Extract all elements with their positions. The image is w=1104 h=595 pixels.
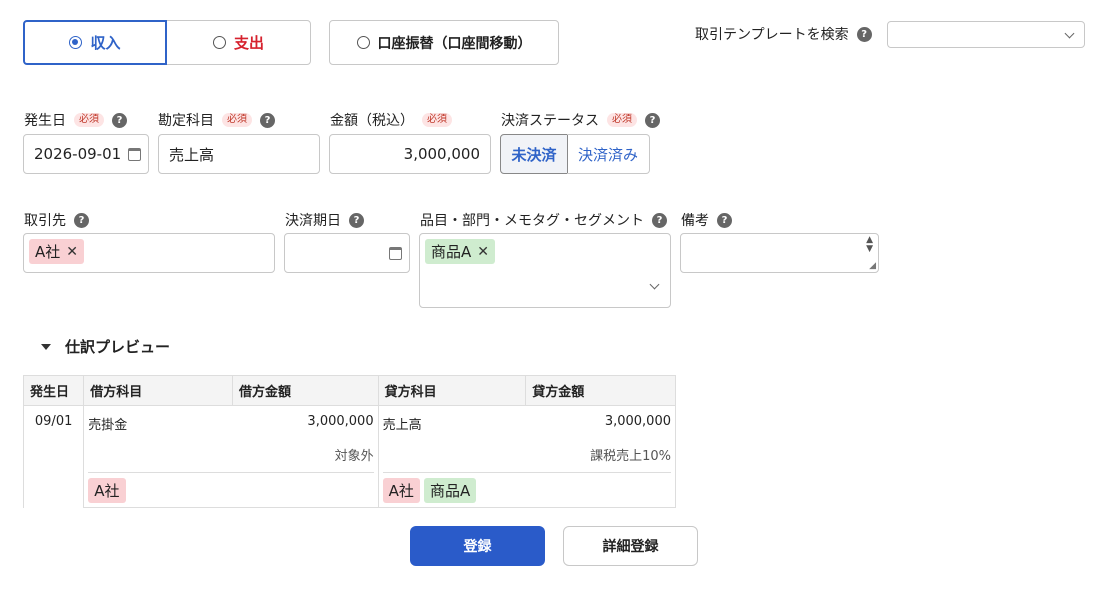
help-icon[interactable]: ? <box>260 112 275 128</box>
preview-title: 仕訳プレビュー <box>65 338 171 356</box>
help-icon[interactable]: ? <box>856 26 872 42</box>
status-settled-button[interactable]: 決済済み <box>567 134 650 174</box>
preview-toggle[interactable]: 仕訳プレビュー <box>41 336 170 357</box>
issue-date-label-group: 発生日 必須 ? <box>24 110 127 130</box>
chevron-down-icon <box>649 279 660 290</box>
radio-unselected-icon <box>356 36 370 49</box>
header-date: 発生日 <box>22 375 85 406</box>
template-search-select[interactable] <box>887 21 1085 48</box>
close-icon[interactable]: ✕ <box>66 244 78 260</box>
remarks-label: 備考 <box>681 213 709 229</box>
chevron-down-icon <box>1064 28 1075 39</box>
header-credit-amount: 貸方金額 <box>525 375 676 406</box>
help-icon[interactable]: ? <box>112 112 127 128</box>
expense-label: 支出 <box>233 34 264 52</box>
help-icon[interactable]: ? <box>349 212 364 228</box>
partner-label-group: 取引先 ? <box>24 210 89 230</box>
account-input[interactable]: 売上高 <box>158 134 320 174</box>
status-label-group: 決済ステータス 必須 ? <box>501 110 660 130</box>
remarks-label-group: 備考 ? <box>681 210 732 230</box>
account-label: 勘定科目 <box>158 113 214 129</box>
account-label-group: 勘定科目 必須 ? <box>158 110 275 130</box>
issue-date-input[interactable]: 2026-09-01 <box>23 134 149 174</box>
spinner-icon: ▲ ▼ <box>866 235 873 254</box>
header-credit-account: 貸方科目 <box>377 375 527 406</box>
required-badge: 必須 <box>222 113 252 127</box>
partner-chip: A社 ✕ <box>29 239 84 264</box>
table-row-tags: A社 A社 商品A <box>24 468 677 508</box>
row-debit-amount: 3,000,000 <box>232 405 379 437</box>
income-toggle[interactable]: 収入 <box>23 20 167 65</box>
row-date: 09/01 <box>22 405 85 508</box>
credit-partner-chip: A社 <box>382 478 420 503</box>
table-row: 09/01 売掛金 3,000,000 売上高 3,000,000 <box>22 405 676 508</box>
required-badge: 必須 <box>422 113 452 127</box>
template-search-label: 取引テンプレートを検索 <box>695 27 849 43</box>
required-badge: 必須 <box>74 113 104 127</box>
item-chip: 商品A ✕ <box>425 239 495 264</box>
partner-input[interactable]: A社 ✕ <box>23 233 275 273</box>
table-header-row: 発生日 借方科目 借方金額 貸方科目 貸方金額 <box>22 375 676 406</box>
table-row-tax: 対象外 課税売上10% <box>24 437 677 468</box>
status-unsettled-button[interactable]: 未決済 <box>500 134 568 174</box>
help-icon[interactable]: ? <box>74 212 89 228</box>
status-label: 決済ステータス <box>501 113 599 129</box>
amount-label: 金額（税込） <box>330 113 414 129</box>
help-icon[interactable]: ? <box>652 212 667 228</box>
register-button[interactable]: 登録 <box>410 526 545 566</box>
close-icon[interactable]: ✕ <box>477 244 489 260</box>
expense-toggle[interactable]: 支出 <box>166 20 311 65</box>
header-debit-amount: 借方金額 <box>231 375 379 406</box>
issue-date-label: 発生日 <box>24 113 66 129</box>
radio-selected-icon <box>69 36 83 49</box>
row-debit-tax: 対象外 <box>83 437 379 468</box>
journal-preview-table: 発生日 借方科目 借方金額 貸方科目 貸方金額 09/01 売掛金 3,000,… <box>22 375 677 508</box>
required-badge: 必須 <box>607 113 637 127</box>
credit-item-chip: 商品A <box>424 478 477 503</box>
amount-label-group: 金額（税込） 必須 <box>330 110 452 130</box>
income-label: 収入 <box>90 34 121 52</box>
row-debit-account: 売掛金 <box>83 405 233 437</box>
tags-input[interactable]: 商品A ✕ <box>419 233 671 308</box>
help-icon[interactable]: ? <box>717 212 732 228</box>
transfer-toggle[interactable]: 口座振替（口座間移動） <box>329 20 559 65</box>
row-credit-tax: 課税売上10% <box>377 437 677 468</box>
calendar-icon[interactable] <box>389 247 402 260</box>
template-search-label-group: 取引テンプレートを検索 ? <box>695 24 872 44</box>
due-date-label: 決済期日 <box>285 213 341 229</box>
radio-unselected-icon <box>212 36 226 49</box>
tags-label: 品目・部門・メモタグ・セグメント <box>420 213 644 229</box>
calendar-icon[interactable] <box>128 148 141 161</box>
partner-label: 取引先 <box>24 213 66 229</box>
header-debit-account: 借方科目 <box>83 375 233 406</box>
help-icon[interactable]: ? <box>645 112 660 128</box>
remarks-textarea[interactable]: ▲ ▼ ◢ <box>680 233 879 273</box>
detail-register-button[interactable]: 詳細登録 <box>563 526 698 566</box>
amount-input[interactable]: 3,000,000 <box>329 134 491 174</box>
tags-label-group: 品目・部門・メモタグ・セグメント ? <box>420 210 667 230</box>
row-credit-amount: 3,000,000 <box>525 405 676 437</box>
debit-partner-chip: A社 <box>88 478 126 503</box>
due-date-input[interactable] <box>284 233 410 273</box>
caret-down-icon <box>41 343 51 350</box>
row-credit-account: 売上高 <box>377 405 526 437</box>
due-date-label-group: 決済期日 ? <box>285 210 364 230</box>
transfer-label: 口座振替（口座間移動） <box>377 35 532 52</box>
resize-handle-icon[interactable]: ◢ <box>869 261 876 271</box>
